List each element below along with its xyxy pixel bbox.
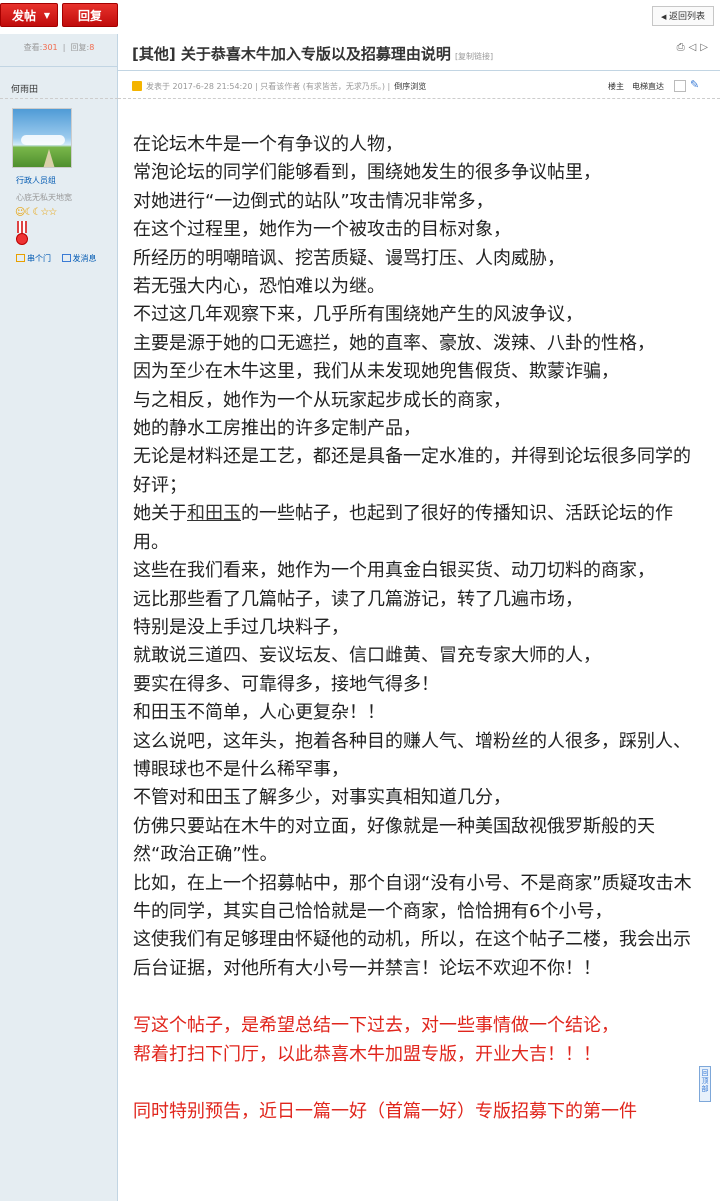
back-to-list-button[interactable]: ◀ 返回列表 <box>652 6 714 26</box>
paragraph: 她关于和田玉的一些帖子，也起到了很好的传播知识、活跃论坛的作用。 <box>133 500 693 557</box>
copy-link[interactable]: [复制链接] <box>455 52 493 61</box>
thread-stats: 查看:301 | 回复:8 <box>0 34 118 67</box>
paragraph: 主要是源于她的口无遮拦，她的直率、豪放、泼辣、八卦的性格， <box>133 332 655 354</box>
user-signature: 心底无私天地宽 <box>16 193 72 202</box>
highlight-paragraph: 帮着打扫下门厅，以此恭喜木牛加盟专版，开业大吉！！！ <box>133 1043 601 1065</box>
jump-to-floor-input[interactable] <box>674 80 686 92</box>
author-name[interactable]: 何雨田 <box>11 82 38 95</box>
paragraph: 和田玉不简单，人心更复杂！！ <box>133 702 385 724</box>
paragraph: 她的静水工房推出的许多定制产品， <box>133 418 421 440</box>
paragraph: 比如，在上一个招募帖中，那个自诩“没有小号、不是商家”质疑攻击木牛的同学，其实自… <box>133 872 692 922</box>
rank-stars-icon: ☺☾☾☆☆ <box>15 207 57 218</box>
highlight-paragraph: 写这个帖子，是希望总结一下过去，对一些事情做一个结论， <box>133 1015 619 1037</box>
visit-label: 串个门 <box>27 254 51 263</box>
paragraph: 远比那些看了几篇帖子，读了几篇游记，转了几遍市场， <box>133 588 583 610</box>
print-prev-next-icon[interactable]: ⎙◁▷ <box>677 42 712 53</box>
avatar-cloud <box>21 135 65 145</box>
home-icon <box>16 254 25 262</box>
paragraph: 与之相反，她作为一个从玩家起步成长的商家， <box>133 389 511 411</box>
new-post-label: 发帖 <box>12 9 37 23</box>
paragraph: 仿佛只要站在木牛的对立面，好像就是一种美国敌视俄罗斯般的天然“政治正确”性。 <box>133 815 655 866</box>
back-to-top-button[interactable]: 回顶部 <box>699 1066 711 1102</box>
paragraph: 这使我们有足够理由怀疑他的动机，所以，在这个帖子二楼，我会出示后台证据，对他所有… <box>133 929 691 979</box>
paragraph: 所经历的明嘲暗讽、挖苦质疑、谩骂打压、人肉威胁， <box>133 247 565 269</box>
message-label: 发消息 <box>72 254 97 263</box>
wrench-icon[interactable]: ✎ <box>690 78 699 91</box>
floor-label: 楼主 <box>608 82 624 91</box>
reverse-order-link[interactable]: 倒序浏览 <box>394 82 426 91</box>
hetian-jade-link[interactable]: 和田玉 <box>187 503 241 524</box>
cutoff-block: 同时特别预告，近日一篇一好（首篇一好）专版招募下的第一件 <box>133 1098 693 1138</box>
thread-header: [其他] 关于恭喜木牛加入专版以及招募理由说明 [复制链接] ⎙◁▷ <box>118 34 720 71</box>
back-arrow-icon: ◀ <box>661 13 667 21</box>
paragraph: 无论是材料还是工艺，都还是具备一定水准的，并得到论坛很多同学的好评； <box>133 446 691 496</box>
paragraph: 不管对和田玉了解多少，对事实真相知道几分， <box>133 787 511 809</box>
new-post-button[interactable]: 发帖 ▼ <box>0 3 58 27</box>
reply-button[interactable]: 回复 <box>62 3 118 27</box>
sidebar-divider <box>0 98 118 99</box>
paragraph: 要实在得多、可靠得多，接地气得多！ <box>133 673 439 695</box>
paragraph: 因为至少在木牛这里，我们从未发现她兜售假货、欺蒙诈骗， <box>133 361 619 383</box>
replies-count: 8 <box>89 43 95 52</box>
replies-label: 回复: <box>70 43 90 52</box>
views-count: 301 <box>42 43 58 52</box>
dropdown-arrow-icon: ▼ <box>43 11 50 20</box>
medal-icon <box>15 221 29 247</box>
user-group[interactable]: 行政人员组 <box>16 175 56 186</box>
thread-title: [其他] 关于恭喜木牛加入专版以及招募理由说明 [复制链接] <box>132 43 493 64</box>
paragraph: 这么说吧，这年头，抱着各种目的赚人气、增粉丝的人很多，踩别人、博眼球也不是什么稀… <box>133 730 691 780</box>
mail-icon <box>61 254 71 262</box>
paragraph: 就敢说三道四、妄议坛友、信口雌黄、冒充专家大师的人， <box>133 645 601 667</box>
posted-info: 发表于 2017-6-28 21:54:20 | 只看该作者 (有求皆苦，无求乃… <box>146 82 391 91</box>
views-label: 查看: <box>23 43 43 52</box>
visit-link[interactable]: 串个门 <box>16 254 51 263</box>
post-meta-text: 发表于 2017-6-28 21:54:20 | 只看该作者 (有求皆苦，无求乃… <box>146 81 426 92</box>
top-toolbar: 发帖 ▼ 回复 ◀ 返回列表 <box>0 0 720 32</box>
avatar[interactable] <box>12 108 72 168</box>
jump-to-floor-label: 电梯直达 <box>632 82 664 91</box>
post-meta: 发表于 2017-6-28 21:54:20 | 只看该作者 (有求皆苦，无求乃… <box>118 76 720 99</box>
paragraph: 常泡论坛的同学们能够看到，围绕她发生的很多争议帖里， <box>133 162 601 184</box>
thread-title-text: [其他] 关于恭喜木牛加入专版以及招募理由说明 <box>132 45 451 63</box>
highlight-paragraph: 同时特别预告，近日一篇一好（首篇一好）专版招募下的第一件 <box>133 1101 637 1122</box>
paragraph: 在论坛木牛是一个有争议的人物， <box>133 134 403 155</box>
paragraph: 特别是没上手过几块料子， <box>133 616 349 638</box>
paragraph: 对她进行“一边倒式的站队”攻击情况非常多， <box>133 190 494 212</box>
post-content: 在论坛木牛是一个有争议的人物， 常泡论坛的同学们能够看到，围绕她发生的很多争议帖… <box>133 131 693 1138</box>
paragraph: 在这个过程里，她作为一个被攻击的目标对象， <box>133 219 511 241</box>
paragraph: 这些在我们看来，她作为一个用真金白银买货、动刀切料的商家， <box>133 560 655 582</box>
paragraph: 若无强大内心，恐怕难以为继。 <box>133 276 385 298</box>
paragraph: 不过这几年观察下来，几乎所有围绕她产生的风波争议， <box>133 304 583 326</box>
paragraph-text: 她关于 <box>133 503 187 525</box>
author-links: 串个门 发消息 <box>16 253 97 264</box>
author-sidebar: 查看:301 | 回复:8 何雨田 行政人员组 心底无私天地宽 ☺☾☾☆☆ 串个… <box>0 34 118 1201</box>
avatar-path <box>43 149 55 167</box>
message-link[interactable]: 发消息 <box>61 254 97 263</box>
back-to-list-label: 返回列表 <box>669 12 706 22</box>
online-status-icon <box>132 81 142 91</box>
